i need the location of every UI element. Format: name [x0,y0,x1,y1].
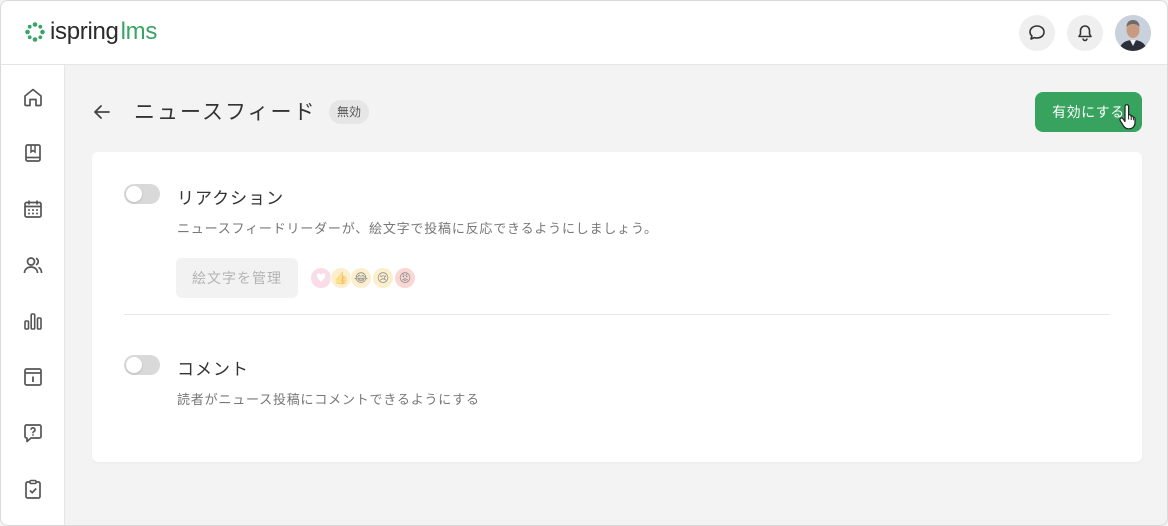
laughing-emoji-icon: 😂 [350,267,372,289]
crying-emoji-icon: 😢 [372,267,394,289]
clipboard-icon [25,479,41,499]
thumbs-up-emoji-icon: 👍 [330,267,352,289]
top-bar: ispringlms [1,1,1167,65]
sidebar-item-calendar[interactable] [21,197,45,221]
reports-icon [24,313,42,330]
logo-text-ispring: ispring [50,18,119,45]
comments-title: コメント [177,360,249,380]
help-icon [24,424,42,443]
sidebar-item-help[interactable] [21,421,45,445]
logo-text-lms: lms [120,18,158,45]
emoji-preview: ♥ 👍 😂 😢 😡 [310,267,420,289]
sidebar-item-reports[interactable] [21,309,45,333]
calendar-icon [24,200,42,218]
sidebar-item-courses[interactable] [21,141,45,165]
comments-description: 読者がニュース投稿にコメントできるようにする [177,393,480,408]
heart-emoji-icon: ♥ [310,267,332,289]
user-photo [1115,15,1151,51]
avatar[interactable] [1115,15,1151,51]
sidebar [1,65,65,525]
settings-card: リアクション ニュースフィードリーダーが、絵文字で投稿に反応できるようにしましょ… [92,152,1142,462]
page-title: ニュースフィード [134,100,317,124]
book-icon [25,144,41,162]
chat-button[interactable] [1019,15,1055,51]
reactions-title: リアクション [177,189,285,209]
main-content: ニュースフィード 無効 有効にする リアクション ニュースフィードリーダーが、絵… [65,65,1167,525]
reactions-toggle[interactable] [124,184,160,204]
sidebar-item-home[interactable] [21,85,45,109]
notifications-button[interactable] [1067,15,1103,51]
back-button[interactable] [91,101,113,123]
app-window: ispringlms ニュースフィード 無効 有効にする リアクション ニュース… [0,0,1168,526]
toggle-knob [126,357,142,373]
comments-toggle[interactable] [124,355,160,375]
status-badge: 無効 [329,100,370,124]
chat-icon [1029,25,1045,40]
logo[interactable]: ispringlms [24,17,157,47]
sidebar-item-users[interactable] [21,253,45,277]
divider [124,314,1110,315]
home-icon [24,88,42,107]
toggle-knob [126,186,142,202]
mouse-pointer-icon [1119,104,1136,130]
info-icon [24,368,42,386]
sidebar-item-info[interactable] [21,365,45,389]
bell-icon [1078,25,1092,42]
sidebar-item-tasks[interactable] [21,477,45,501]
manage-emoji-button[interactable]: 絵文字を管理 [176,258,298,298]
ispring-logo-icon [25,22,45,42]
arrow-left-icon [94,105,110,119]
angry-emoji-icon: 😡 [394,267,416,289]
users-icon [23,257,43,274]
reactions-description: ニュースフィードリーダーが、絵文字で投稿に反応できるようにしましょう。 [177,222,658,237]
